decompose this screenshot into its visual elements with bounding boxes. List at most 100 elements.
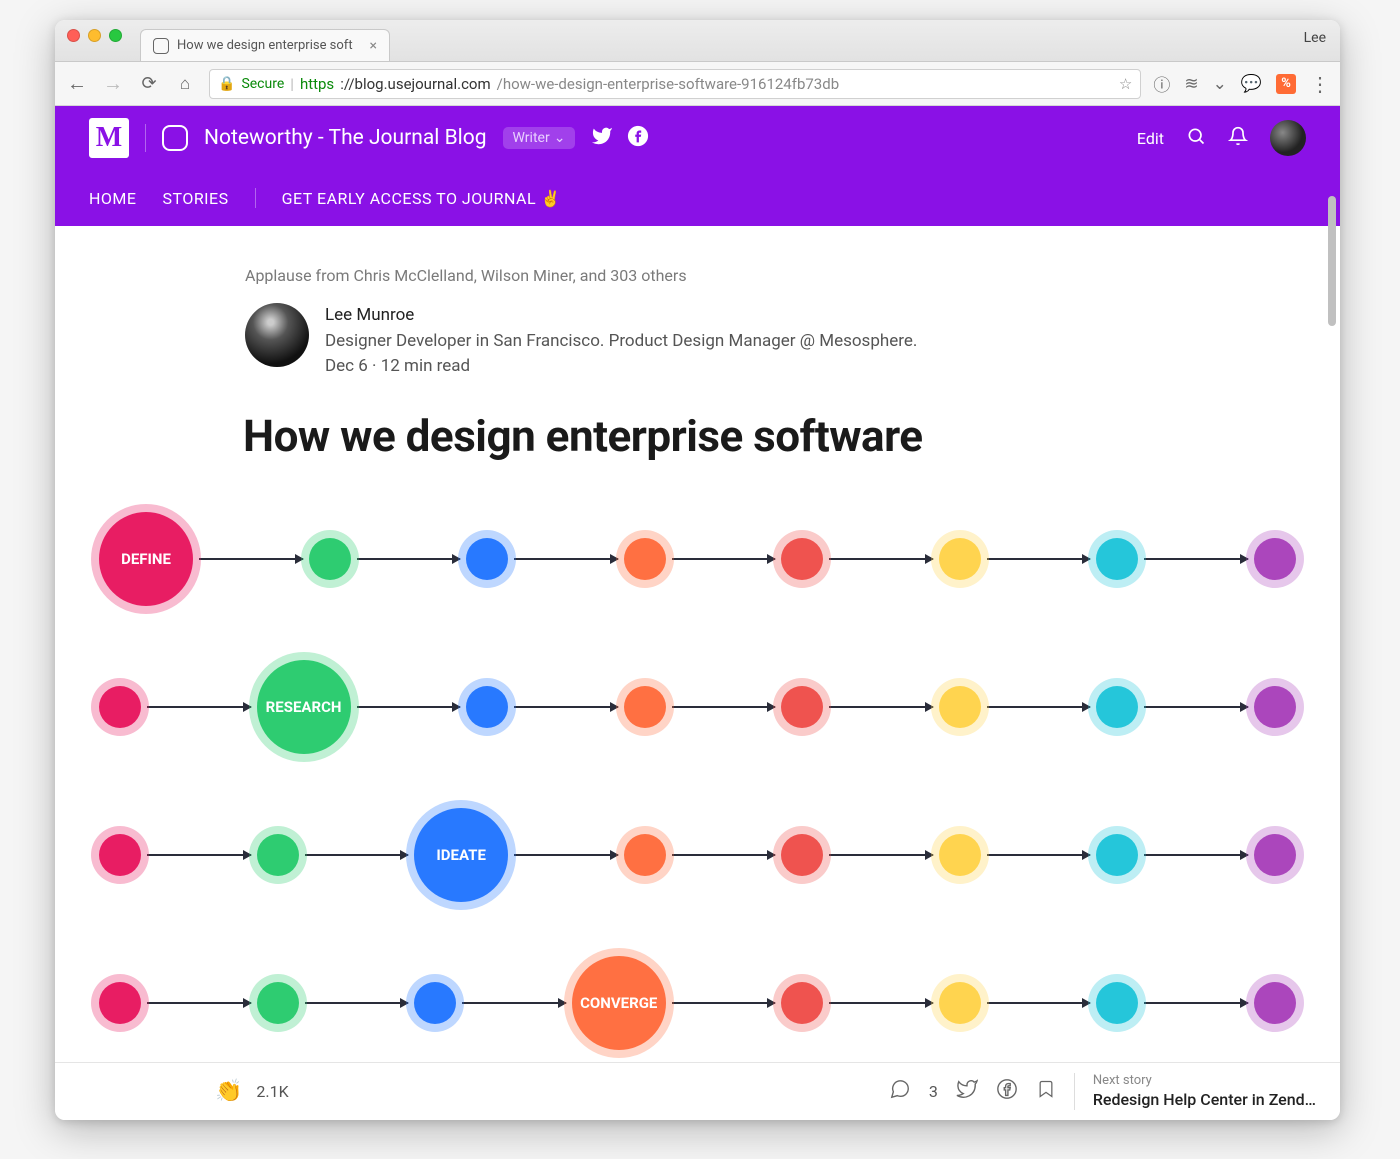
- close-tab-icon[interactable]: ×: [370, 38, 377, 54]
- diagram-node: [99, 982, 141, 1024]
- diagram-node: [1254, 538, 1296, 580]
- blog-icon[interactable]: [162, 125, 188, 151]
- diagram-arrow: [829, 558, 933, 560]
- diagram-node: [466, 538, 508, 580]
- edit-link[interactable]: Edit: [1137, 129, 1164, 148]
- twitter-icon[interactable]: [591, 125, 613, 152]
- page-content: M Noteworthy - The Journal Blog Writer ⌄: [55, 106, 1340, 1120]
- facebook-icon[interactable]: [627, 125, 649, 152]
- bookmark-star-icon[interactable]: ☆: [1119, 75, 1132, 93]
- secure-label: Secure: [241, 76, 284, 92]
- url-path: /how-we-design-enterprise-software-91612…: [497, 75, 839, 93]
- diagram-node-research: RESEARCH: [257, 660, 351, 754]
- diagram-node: [1254, 686, 1296, 728]
- diagram-arrow: [1144, 558, 1248, 560]
- diagram-node: [1096, 686, 1138, 728]
- header-right: Edit: [1137, 120, 1306, 156]
- url-host: ://blog.usejournal.com: [340, 75, 490, 93]
- browser-menu-icon[interactable]: ⋮: [1310, 72, 1330, 96]
- social-links: [591, 125, 649, 152]
- next-story[interactable]: Next story Redesign Help Center in Zend…: [1074, 1073, 1316, 1111]
- author-meta: Lee Munroe Designer Developer in San Fra…: [325, 303, 917, 380]
- byline: Lee Munroe Designer Developer in San Fra…: [245, 303, 985, 380]
- diagram-arrow: [514, 706, 618, 708]
- tab-title: How we design enterprise soft: [177, 38, 362, 53]
- medium-logo[interactable]: M: [89, 118, 129, 158]
- browser-profile-name[interactable]: Lee: [1304, 30, 1326, 46]
- close-window-button[interactable]: [67, 29, 80, 42]
- comment-count: 3: [929, 1082, 938, 1101]
- bookmark-icon[interactable]: [1036, 1078, 1056, 1105]
- diagram-node: [781, 686, 823, 728]
- diagram-node-converge: CONVERGE: [572, 956, 666, 1050]
- nav-early-access[interactable]: GET EARLY ACCESS TO JOURNAL ✌️: [282, 189, 561, 208]
- minimize-window-button[interactable]: [88, 29, 101, 42]
- facebook-share-icon[interactable]: [996, 1078, 1018, 1105]
- diagram-arrow: [199, 558, 303, 560]
- diagram-arrow: [305, 1002, 409, 1004]
- applause-line: Applause from Chris McClelland, Wilson M…: [245, 266, 985, 285]
- diagram-node: [257, 834, 299, 876]
- reload-button[interactable]: ⟳: [137, 73, 161, 94]
- maximize-window-button[interactable]: [109, 29, 122, 42]
- diagram-arrow: [672, 854, 776, 856]
- diagram-row: DEFINE: [99, 512, 1296, 606]
- extension-box-icon[interactable]: %: [1276, 74, 1296, 94]
- diagram-arrow: [147, 1002, 251, 1004]
- diagram-arrow: [514, 854, 618, 856]
- author-avatar[interactable]: [245, 303, 309, 367]
- scrollbar[interactable]: [1328, 196, 1336, 326]
- diagram-arrow: [672, 1002, 776, 1004]
- diagram-node: [781, 538, 823, 580]
- diagram-node-ideate: IDEATE: [414, 808, 508, 902]
- browser-tab[interactable]: How we design enterprise soft ×: [140, 29, 390, 61]
- diagram-arrow: [514, 558, 618, 560]
- diagram-node: [1254, 834, 1296, 876]
- clap-icon[interactable]: 👏: [215, 1079, 242, 1104]
- chat-icon[interactable]: 💬: [1241, 74, 1262, 94]
- search-icon[interactable]: [1186, 126, 1206, 151]
- diagram-node: [466, 686, 508, 728]
- lock-icon: 🔒: [218, 76, 235, 92]
- nav-divider: [255, 188, 256, 208]
- diagram-arrow: [1144, 706, 1248, 708]
- diagram-node-label: IDEATE: [436, 846, 485, 864]
- blog-title[interactable]: Noteworthy - The Journal Blog: [204, 126, 487, 150]
- nav-stories[interactable]: STORIES: [162, 189, 228, 208]
- diagram-node: [781, 982, 823, 1024]
- pocket-icon[interactable]: ⌄: [1213, 74, 1227, 94]
- nav-home[interactable]: HOME: [89, 189, 136, 208]
- author-bio: Designer Developer in San Francisco. Pro…: [325, 329, 917, 355]
- extension-icons: ⓘ ≋ ⌄ 💬 % ⋮: [1153, 71, 1330, 96]
- author-name[interactable]: Lee Munroe: [325, 303, 917, 329]
- diagram-arrow: [829, 706, 933, 708]
- diagram-node: [624, 834, 666, 876]
- stack-icon[interactable]: ≋: [1184, 74, 1198, 94]
- diagram-arrow: [829, 1002, 933, 1004]
- url-scheme: https: [300, 75, 334, 93]
- diagram-node: [939, 686, 981, 728]
- diagram-node: [414, 982, 456, 1024]
- next-story-label: Next story: [1093, 1073, 1316, 1090]
- forward-button[interactable]: →: [101, 71, 125, 96]
- info-icon[interactable]: ⓘ: [1153, 71, 1170, 96]
- article-action-bar: 👏 2.1K 3 Next story Redesign Help: [55, 1062, 1340, 1120]
- browser-window: How we design enterprise soft × Lee ← → …: [55, 20, 1340, 1120]
- twitter-share-icon[interactable]: [956, 1078, 978, 1105]
- comment-icon[interactable]: [889, 1078, 911, 1105]
- diagram-node: [624, 686, 666, 728]
- diagram-node-label: RESEARCH: [266, 698, 342, 716]
- address-bar[interactable]: 🔒 Secure | https ://blog.usejournal.com …: [209, 69, 1141, 99]
- diagram-node: [1096, 982, 1138, 1024]
- diagram-arrow: [462, 1002, 566, 1004]
- bell-icon[interactable]: [1228, 126, 1248, 151]
- browser-toolbar: ← → ⟳ ⌂ 🔒 Secure | https ://blog.usejour…: [55, 62, 1340, 106]
- back-button[interactable]: ←: [65, 71, 89, 96]
- diagram-arrow: [987, 1002, 1091, 1004]
- writer-badge[interactable]: Writer ⌄: [503, 127, 576, 149]
- user-avatar[interactable]: [1270, 120, 1306, 156]
- home-button[interactable]: ⌂: [173, 74, 197, 94]
- diagram-arrow: [829, 854, 933, 856]
- diagram-node: [1254, 982, 1296, 1024]
- diagram-arrow: [147, 706, 251, 708]
